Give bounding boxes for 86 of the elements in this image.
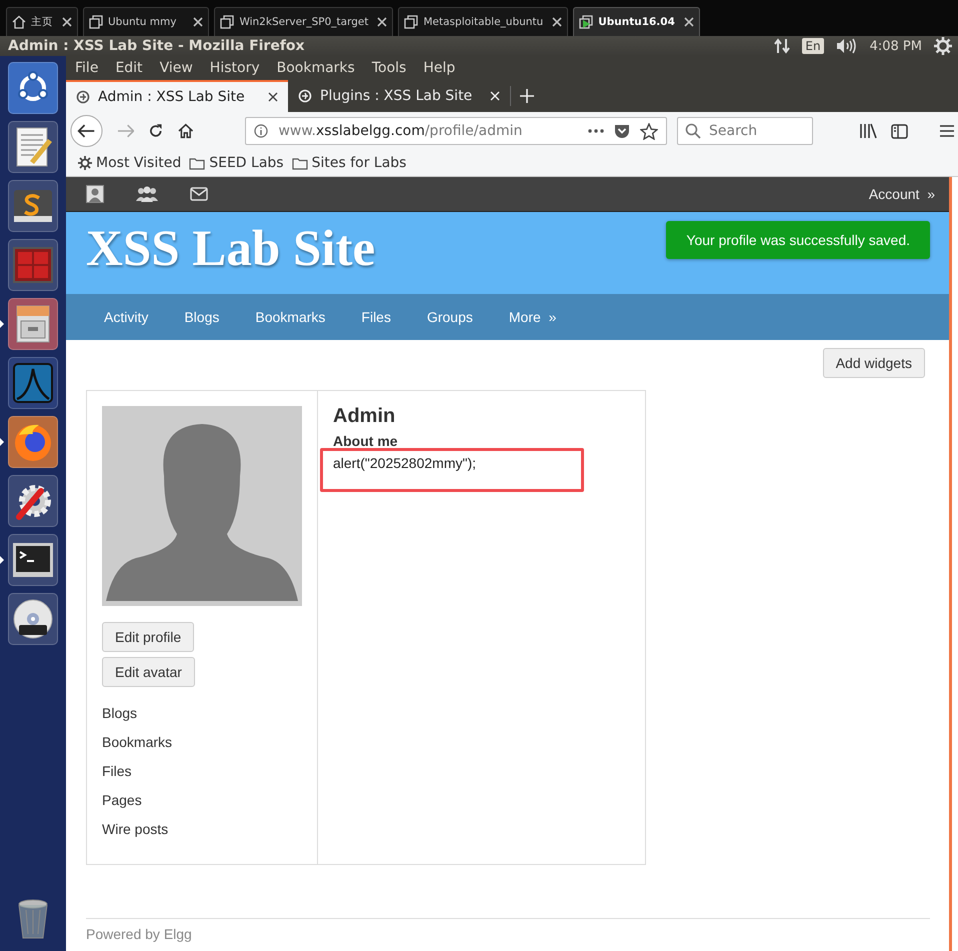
close-icon[interactable] bbox=[552, 17, 562, 27]
success-message: Your profile was successfully saved. bbox=[666, 221, 930, 259]
sublime-icon[interactable] bbox=[8, 180, 58, 232]
file-cabinet-icon[interactable] bbox=[8, 298, 58, 350]
firefox-icon[interactable] bbox=[8, 416, 58, 468]
bookmark-item[interactable]: Most Visited bbox=[78, 155, 182, 171]
reload-icon[interactable] bbox=[148, 123, 164, 139]
search-field[interactable]: Search bbox=[676, 117, 813, 145]
profile-link[interactable]: Blogs bbox=[102, 704, 172, 723]
more-dots-icon[interactable] bbox=[588, 129, 604, 133]
close-icon[interactable] bbox=[62, 17, 72, 27]
add-widgets-button[interactable]: Add widgets bbox=[822, 348, 925, 378]
browser-tab[interactable]: Admin : XSS Lab Site bbox=[66, 80, 288, 112]
menu-item[interactable]: Bookmarks bbox=[276, 60, 355, 76]
close-icon[interactable] bbox=[684, 17, 694, 27]
home-icon[interactable] bbox=[178, 123, 194, 139]
menu-item[interactable]: View bbox=[160, 60, 193, 76]
new-tab-icon[interactable] bbox=[520, 89, 534, 103]
pocket-icon[interactable] bbox=[614, 124, 630, 138]
text-editor-icon[interactable] bbox=[8, 121, 58, 173]
folder-icon bbox=[292, 156, 308, 170]
url-text: www.xsslabelgg.com/profile/admin bbox=[278, 123, 524, 139]
menu-item[interactable]: Tools bbox=[372, 60, 406, 76]
sidebar-icon[interactable] bbox=[890, 124, 908, 138]
menu-item[interactable]: Edit bbox=[115, 60, 143, 76]
profile-icon[interactable] bbox=[86, 185, 104, 203]
close-icon[interactable] bbox=[377, 17, 388, 27]
profile-button[interactable]: Edit profile bbox=[102, 622, 194, 652]
menu-icon[interactable] bbox=[940, 125, 954, 137]
folder-icon bbox=[189, 156, 206, 170]
windows-icon bbox=[89, 15, 103, 29]
profile-link[interactable]: Bookmarks bbox=[102, 733, 172, 752]
nav-link[interactable]: More » bbox=[508, 309, 556, 325]
about-text: alert("20252802mmy"); bbox=[333, 455, 476, 471]
nav-link[interactable]: Files bbox=[361, 309, 391, 325]
bookmark-item[interactable]: Sites for Labs bbox=[292, 155, 406, 171]
nav-link[interactable]: Bookmarks bbox=[255, 309, 326, 325]
search-icon bbox=[684, 123, 701, 139]
close-icon[interactable] bbox=[193, 17, 204, 27]
site-icon bbox=[76, 90, 90, 104]
site-icon bbox=[298, 89, 312, 103]
library-icon[interactable] bbox=[858, 123, 877, 139]
network-arrows-icon[interactable] bbox=[774, 38, 790, 54]
nav-link[interactable]: Blogs bbox=[184, 309, 220, 325]
browser-tab[interactable]: Plugins : XSS Lab Site bbox=[288, 80, 510, 112]
group-icon[interactable] bbox=[136, 185, 158, 203]
profile-name: Admin bbox=[333, 405, 396, 428]
home-icon bbox=[12, 15, 26, 29]
profile-link[interactable]: Wire posts bbox=[102, 820, 172, 839]
vm-tab[interactable]: Ubuntu16.04 bbox=[573, 7, 700, 36]
wrench-gear-icon[interactable] bbox=[8, 475, 58, 527]
windows-icon bbox=[404, 15, 418, 29]
account-link[interactable]: Account » bbox=[868, 186, 935, 202]
windows-icon bbox=[220, 15, 234, 29]
vm-tab[interactable]: Ubuntu mmy bbox=[83, 7, 210, 36]
profile-link[interactable]: Files bbox=[102, 762, 172, 781]
window-title: Admin : XSS Lab Site - Mozilla Firefox bbox=[8, 38, 305, 54]
about-label: About me bbox=[333, 433, 398, 449]
bookmark-item[interactable]: SEED Labs bbox=[189, 155, 284, 171]
fin-icon[interactable] bbox=[8, 357, 58, 409]
running-vm-icon bbox=[579, 15, 594, 29]
star-icon[interactable] bbox=[640, 122, 658, 140]
vm-tab[interactable]: Win2kServer_SP0_target bbox=[214, 7, 394, 36]
address-field[interactable]: www.xsslabelgg.com/profile/admin bbox=[245, 117, 667, 145]
menu-item[interactable]: Help bbox=[423, 60, 456, 76]
info-icon[interactable] bbox=[254, 124, 268, 138]
profile-link[interactable]: Pages bbox=[102, 791, 172, 810]
mail-icon[interactable] bbox=[190, 187, 208, 201]
back-button[interactable] bbox=[70, 114, 103, 148]
nav-link[interactable]: Groups bbox=[426, 309, 473, 325]
menu-item[interactable]: File bbox=[75, 60, 98, 76]
settings-icon[interactable] bbox=[934, 37, 952, 55]
profile-button[interactable]: Edit avatar bbox=[102, 657, 195, 687]
ubuntu-logo-icon[interactable] bbox=[8, 62, 58, 114]
vm-tab[interactable]: Metasploitable_ubuntu bbox=[398, 7, 568, 36]
nav-link[interactable]: Activity bbox=[104, 309, 148, 325]
volume-icon[interactable] bbox=[836, 38, 858, 54]
dvd-icon[interactable] bbox=[8, 593, 58, 645]
close-icon[interactable] bbox=[268, 92, 278, 102]
gear-icon bbox=[78, 156, 92, 170]
clock[interactable]: 4:08 PM bbox=[870, 38, 922, 54]
footer-text[interactable]: Powered by Elgg bbox=[86, 926, 192, 942]
keyboard-layout-indicator[interactable]: En bbox=[802, 38, 824, 54]
menu-item[interactable]: History bbox=[210, 60, 260, 76]
vm-tab[interactable]: 主页 bbox=[6, 7, 78, 36]
terminal-icon[interactable] bbox=[8, 534, 58, 586]
